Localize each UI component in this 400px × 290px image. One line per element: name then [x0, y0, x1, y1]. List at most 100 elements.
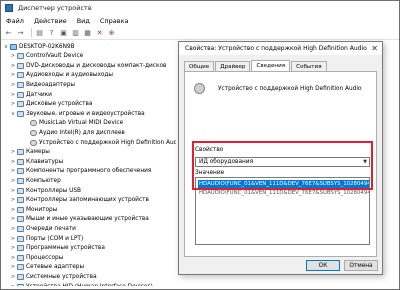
tree-item-label: Звуковые, игровые и видеоустройства: [26, 110, 145, 117]
device-category-icon: [17, 245, 24, 252]
expand-icon[interactable]: >: [10, 264, 16, 270]
cancel-button[interactable]: Отмена: [344, 260, 378, 271]
tree-item-label: Компьютер: [26, 177, 61, 184]
properties-icon[interactable]: ▤: [35, 28, 44, 37]
tree-category[interactable]: > Контроллеры запоминающих устройств: [10, 196, 149, 205]
tree-category[interactable]: > Программные устройства: [10, 244, 105, 253]
expand-icon[interactable]: >: [10, 149, 16, 155]
expand-icon[interactable]: >: [10, 236, 16, 242]
menu-action[interactable]: Действие: [29, 17, 72, 25]
tree-category[interactable]: > Клавиатуры: [10, 157, 63, 166]
expand-icon[interactable]: >: [10, 63, 16, 69]
tree-root[interactable]: v DESKTOP-02K6N9B: [3, 42, 75, 51]
expand-icon[interactable]: >: [10, 82, 16, 88]
tree-child-item[interactable]: MusicLab Virtual MIDI Device: [23, 119, 123, 128]
tree-category[interactable]: > Видеоадаптеры: [10, 80, 75, 89]
tab-driver[interactable]: Драйвер: [215, 61, 251, 71]
device-category-icon: [17, 216, 24, 223]
expand-icon[interactable]: >: [10, 284, 16, 287]
expand-icon[interactable]: >: [10, 226, 16, 232]
back-icon[interactable]: ←: [4, 28, 13, 37]
expand-icon[interactable]: >: [10, 92, 16, 98]
tab-details[interactable]: Сведения: [251, 60, 291, 71]
tree-category[interactable]: > Мониторы: [10, 205, 57, 214]
device-category-icon: [17, 81, 24, 88]
update-driver-icon[interactable]: ▥: [71, 28, 80, 37]
tree-item-label: Аудиовходы и аудиовыходы: [26, 72, 114, 79]
speaker-icon: [30, 139, 37, 146]
tree-item-label: Мониторы: [26, 206, 58, 213]
tree-category[interactable]: > ControlVault Device: [10, 52, 83, 61]
close-icon[interactable]: ✕: [371, 44, 378, 53]
tree-child-item[interactable]: Аудио Intel(R) для дисплеев: [23, 128, 125, 137]
tree-category[interactable]: > Сетевые адаптеры: [10, 263, 84, 272]
device-category-icon: [17, 158, 24, 165]
tree-category[interactable]: v Звуковые, игровые и видеоустройства: [10, 109, 145, 118]
expand-icon[interactable]: >: [10, 188, 16, 194]
menu-view[interactable]: Вид: [72, 17, 95, 25]
device-category-icon: [17, 254, 24, 261]
ok-button[interactable]: ОК: [306, 260, 340, 271]
device-category-icon: [17, 101, 24, 108]
dialog-tabs: Общие Драйвер Сведения События: [184, 60, 328, 71]
speaker-icon: [30, 129, 37, 136]
expand-icon[interactable]: >: [10, 207, 16, 213]
device-category-icon: [17, 225, 24, 232]
tree-item-label: Порты (COM и LPT): [26, 235, 84, 242]
expand-icon[interactable]: >: [10, 274, 16, 280]
tree-child-item[interactable]: Устройство с поддержкой High Definition …: [23, 138, 176, 147]
expand-icon[interactable]: >: [10, 53, 16, 59]
tree-category[interactable]: > DVD-дисководы и дисководы компакт-диско…: [10, 61, 166, 70]
tree-category[interactable]: > Компоненты программного обеспечения: [10, 167, 151, 176]
dialog-title: Свойства: Устройство с поддержкой High D…: [185, 45, 367, 52]
expand-icon[interactable]: >: [10, 216, 16, 222]
tree-category[interactable]: > Компьютер: [10, 176, 61, 185]
expand-icon[interactable]: >: [10, 178, 16, 184]
expand-icon[interactable]: >: [10, 168, 16, 174]
menu-file[interactable]: Файл: [1, 17, 29, 25]
disable-icon[interactable]: ▦: [83, 28, 92, 37]
tab-general[interactable]: Общие: [184, 61, 215, 71]
title-bar: Диспетчер устройств: [1, 1, 399, 15]
tree-category[interactable]: > Порты (COM и LPT): [10, 234, 83, 243]
device-category-icon: [17, 197, 24, 204]
window-title: Диспетчер устройств: [18, 4, 92, 12]
expand-icon[interactable]: >: [10, 159, 16, 165]
device-category-icon: [17, 264, 24, 271]
collapse-icon[interactable]: v: [10, 111, 16, 117]
tree-category[interactable]: > Датчики: [10, 90, 52, 99]
tree-item-label: MusicLab Virtual MIDI Device: [39, 120, 124, 127]
tree-item-label: Контроллеры запоминающих устройств: [26, 197, 149, 204]
tree-category[interactable]: > Процессоры: [10, 253, 63, 262]
tree-category[interactable]: > Камеры: [10, 148, 50, 157]
tree-category[interactable]: > Мыши и иные указывающие устройства: [10, 215, 149, 224]
download-icon[interactable]: ⊕: [107, 28, 116, 37]
tree-category[interactable]: > Контроллеры USB: [10, 186, 81, 195]
device-category-icon: [17, 283, 24, 286]
forward-icon[interactable]: →: [16, 28, 25, 37]
device-category-icon: [17, 72, 24, 79]
tree-item-label: Аудио Intel(R) для дисплеев: [39, 129, 125, 136]
tree-category[interactable]: > Дисковые устройства: [10, 100, 92, 109]
expand-icon[interactable]: v: [3, 44, 9, 50]
tree-category[interactable]: > Устройства HID (Human Interface Devices…: [10, 282, 153, 286]
expand-icon[interactable]: >: [10, 197, 16, 203]
expand-icon[interactable]: >: [10, 245, 16, 251]
expand-icon[interactable]: >: [10, 101, 16, 107]
menu-help[interactable]: Справка: [95, 17, 134, 25]
tree-category[interactable]: > Очереди печати: [10, 224, 76, 233]
device-category-icon: [17, 235, 24, 242]
expand-icon[interactable]: >: [10, 255, 16, 261]
expand-icon[interactable]: >: [10, 72, 16, 78]
tree-category[interactable]: > Аудиовходы и аудиовыходы: [10, 71, 113, 80]
tree-category[interactable]: > Системные устройства: [10, 272, 97, 281]
help-icon[interactable]: ?: [47, 28, 56, 37]
device-category-icon: [17, 149, 24, 156]
device-tree: v DESKTOP-02K6N9B > ControlVault Device > D…: [1, 41, 176, 286]
tree-item-label: Дисковые устройства: [26, 101, 93, 108]
device-category-icon: [17, 53, 24, 60]
tab-events[interactable]: События: [291, 61, 327, 71]
value-row[interactable]: HDAUDIO\FUNC_01&VEN_111D&DEV_76E7&SUBSYS…: [198, 189, 369, 197]
scan-icon[interactable]: ▣: [59, 28, 68, 37]
uninstall-icon[interactable]: ✕: [95, 28, 104, 37]
